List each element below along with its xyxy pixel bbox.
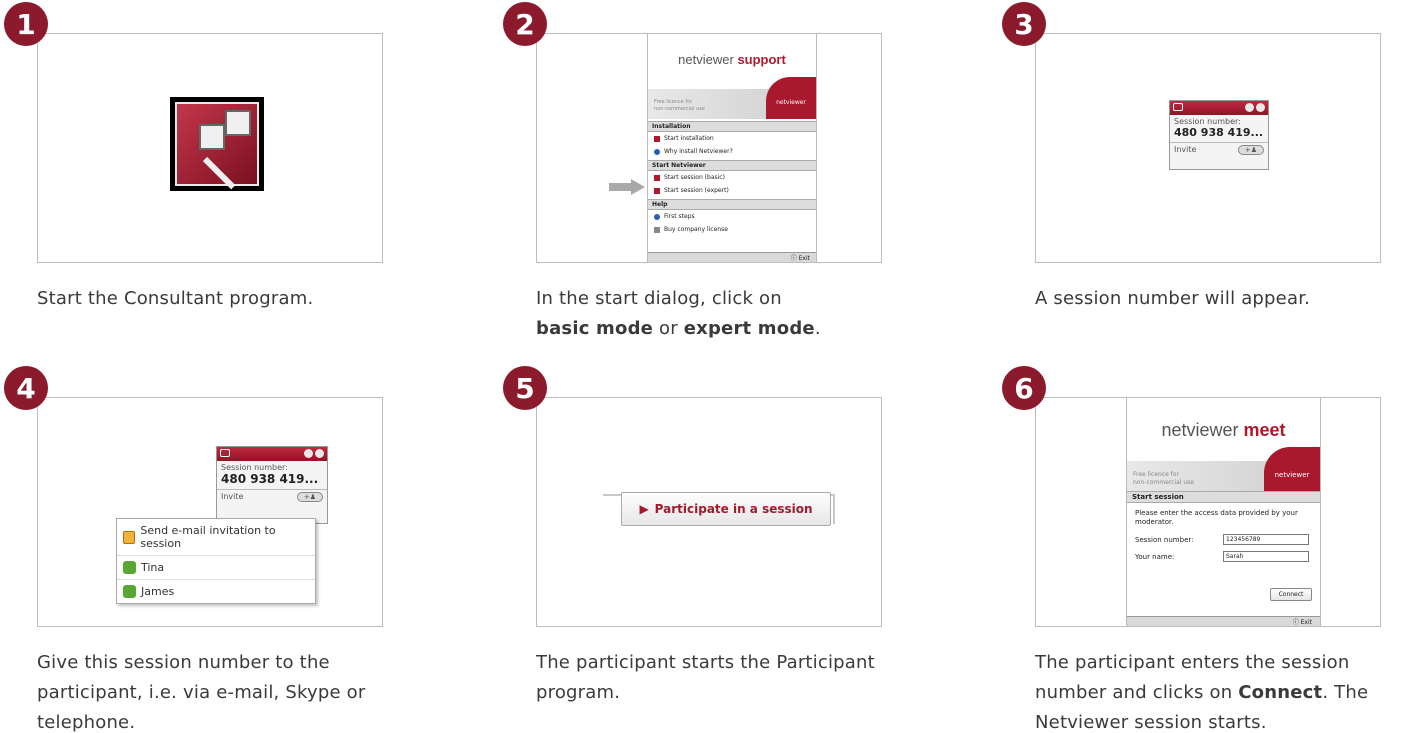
menu-first-steps[interactable]: First steps <box>648 210 816 223</box>
menu-contact-tina[interactable]: Tina <box>117 556 315 580</box>
session-widget: Session number: 480 938 419... Invite +♟ <box>1169 100 1269 170</box>
invite-button[interactable]: +♟ <box>1238 145 1264 155</box>
netviewer-brand: netviewer <box>1264 447 1320 491</box>
install-icon <box>654 135 660 142</box>
license-band: Free licence for non-commercial use netvi… <box>648 77 816 119</box>
step-caption: The participant starts the Participant p… <box>536 652 875 703</box>
chat-bubble-icon <box>220 449 230 457</box>
section-installation: Installation <box>648 121 816 132</box>
participate-button[interactable]: ▶ Participate in a session <box>621 492 831 526</box>
chat-bubble-icon <box>1173 103 1183 111</box>
step-number-badge: 6 <box>1002 366 1046 410</box>
menu-start-installation[interactable]: Start installation <box>648 132 816 145</box>
invite-label: Invite <box>221 492 244 501</box>
step-2: 2 netviewer support Free licence for non-… <box>503 2 883 362</box>
email-icon <box>123 530 136 544</box>
step-number-badge: 2 <box>503 2 547 46</box>
cart-icon <box>654 226 660 233</box>
step-6: 6 netviewer meet Free licence for non-com… <box>1002 366 1382 733</box>
step-number-badge: 5 <box>503 366 547 410</box>
info-icon <box>654 148 660 155</box>
invite-button[interactable]: +♟ <box>297 492 323 502</box>
session-number-row: Session number: 123456789 <box>1127 531 1320 548</box>
connect-button[interactable]: Connect <box>1270 588 1312 601</box>
menu-email-invitation[interactable]: Send e-mail invitation to session <box>117 519 315 556</box>
name-row: Your name: Sarah <box>1127 548 1320 565</box>
support-dialog: netviewer support Free licence for non-co… <box>647 34 817 262</box>
minimize-icon[interactable] <box>1245 103 1254 112</box>
menu-buy-license[interactable]: Buy company license <box>648 223 816 236</box>
step-4-screenshot: Session number: 480 938 419... Invite +♟… <box>37 397 383 627</box>
step-3: 3 Session number: 480 938 419... Invite … <box>1002 2 1382 362</box>
consultant-app-icon[interactable] <box>170 97 264 191</box>
step-1-screenshot <box>37 33 383 263</box>
close-icon[interactable] <box>1256 103 1265 112</box>
session-icon <box>654 187 660 194</box>
step-number-badge: 4 <box>4 366 48 410</box>
contact-online-icon <box>123 561 136 574</box>
close-icon[interactable] <box>315 449 324 458</box>
step-caption: In the start dialog, click on basic mode… <box>536 288 821 339</box>
netviewer-brand: netviewer <box>766 77 816 119</box>
menu-session-basic[interactable]: Start session (basic) <box>648 171 816 184</box>
session-number-label: Session number: <box>1174 117 1241 126</box>
step-number-badge: 3 <box>1002 2 1046 46</box>
step-caption: The participant enters the session numbe… <box>1035 652 1369 733</box>
session-number-value: 480 938 419... <box>221 472 319 486</box>
exit-button[interactable]: ⓘ Exit <box>648 252 816 262</box>
meet-logo: netviewer meet <box>1161 420 1286 440</box>
step-2-screenshot: netviewer support Free licence for non-co… <box>536 33 882 263</box>
info-icon <box>654 213 660 220</box>
arrow-right-icon <box>609 179 645 195</box>
session-number-input[interactable]: 123456789 <box>1223 534 1309 545</box>
step-1: 1 Start the Consultant program. <box>4 2 384 362</box>
name-input[interactable]: Sarah <box>1223 551 1309 562</box>
section-start-netviewer: Start Netviewer <box>648 160 816 171</box>
license-band: Free licence for non-commercial use netvi… <box>1127 447 1320 491</box>
minimize-icon[interactable] <box>304 449 313 458</box>
session-number-label: Session number: <box>1135 535 1194 544</box>
menu-why-install[interactable]: Why install Netviewer? <box>648 145 816 158</box>
invite-menu: Send e-mail invitation to session Tina J… <box>116 518 316 604</box>
menu-session-expert[interactable]: Start session (expert) <box>648 184 816 197</box>
step-5: 5 ▶ Participate in a session The partici… <box>503 366 883 726</box>
step-caption: Start the Consultant program. <box>37 288 314 309</box>
session-icon <box>654 174 660 181</box>
instructions-text: Please enter the access data provided by… <box>1135 509 1298 526</box>
name-label: Your name: <box>1135 552 1175 561</box>
step-5-screenshot: ▶ Participate in a session <box>536 397 882 627</box>
contact-online-icon <box>123 585 136 598</box>
exit-button[interactable]: ⓘ Exit <box>1127 616 1320 626</box>
session-widget: Session number: 480 938 419... Invite +♟ <box>216 446 328 524</box>
menu-contact-james[interactable]: James <box>117 580 315 603</box>
step-6-screenshot: netviewer meet Free licence for non-comme… <box>1035 397 1381 627</box>
support-logo: netviewer support <box>678 52 786 67</box>
session-number-label: Session number: <box>221 463 288 472</box>
section-help: Help <box>648 199 816 210</box>
invite-label: Invite <box>1174 145 1197 154</box>
meet-dialog: netviewer meet Free licence for non-comme… <box>1126 398 1321 626</box>
play-arrow-icon: ▶ <box>639 502 649 516</box>
step-caption: Give this session number to the particip… <box>37 652 366 733</box>
session-number-value: 480 938 419... <box>1174 126 1264 139</box>
step-number-badge: 1 <box>4 2 48 46</box>
step-3-screenshot: Session number: 480 938 419... Invite +♟ <box>1035 33 1381 263</box>
section-start-session: Start session <box>1127 491 1320 503</box>
step-caption: A session number will appear. <box>1035 288 1311 309</box>
step-4: 4 Session number: 480 938 419... Invite … <box>4 366 384 733</box>
